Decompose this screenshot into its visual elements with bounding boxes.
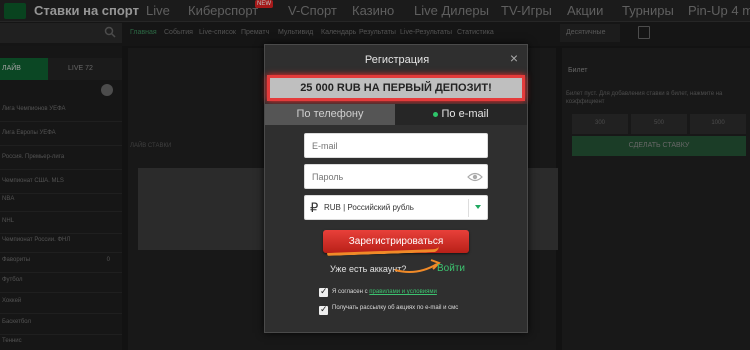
agree-prefix: Я согласен с: [332, 289, 370, 295]
agree-text: Я согласен с правилами и условиями: [332, 288, 437, 296]
newsletter-checkbox[interactable]: ✓: [319, 304, 328, 315]
check-icon: ✓: [320, 286, 328, 296]
tab-by-phone[interactable]: По телефону: [265, 104, 395, 125]
tab-by-email[interactable]: По e-mail: [395, 104, 527, 125]
ruble-icon: ₽: [310, 200, 319, 215]
email-field[interactable]: [304, 133, 488, 158]
registration-modal: Регистрация × 25 000 RUB НА ПЕРВЫЙ ДЕПОЗ…: [264, 44, 528, 333]
check-icon: ✓: [320, 304, 328, 314]
promo-banner: 25 000 RUB НА ПЕРВЫЙ ДЕПОЗИТ!: [267, 75, 525, 101]
agree-checkbox[interactable]: ✓: [319, 286, 328, 297]
close-icon[interactable]: ×: [507, 51, 521, 65]
newsletter-text: Получать рассылку об акциях по e-mail и …: [332, 305, 459, 311]
currency-divider: [468, 199, 469, 217]
modal-title: Регистрация: [364, 54, 430, 66]
chevron-down-icon[interactable]: [475, 205, 481, 209]
tab-by-email-label: По e-mail: [441, 108, 489, 120]
eye-icon[interactable]: [467, 172, 483, 182]
currency-value: RUB | Российский рубль: [324, 203, 414, 212]
password-field[interactable]: [304, 164, 488, 189]
login-link[interactable]: Войти: [437, 263, 465, 274]
active-dot-icon: [433, 111, 439, 117]
currency-select[interactable]: ₽ RUB | Российский рубль: [304, 195, 488, 220]
terms-link[interactable]: правилами и условиями: [369, 289, 437, 295]
